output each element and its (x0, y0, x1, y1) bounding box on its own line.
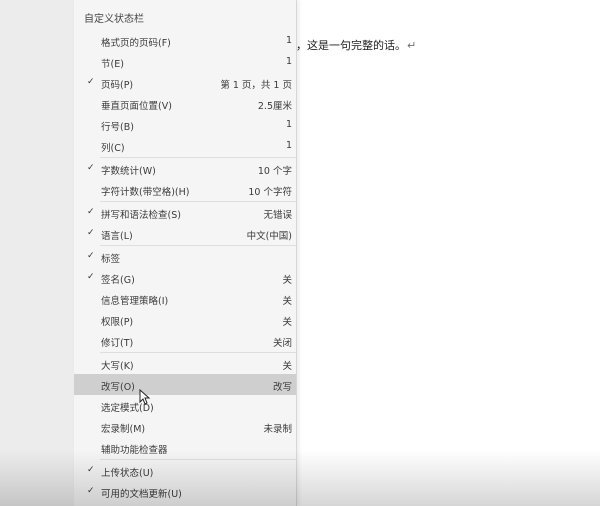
menu-item-label: 上传状态(U) (101, 468, 154, 479)
menu-item-word-count[interactable]: ✓ 字数统计(W) 10 个字 (74, 158, 296, 179)
menu-item-value: 关闭 (272, 338, 292, 349)
menu-item-vertical-page-position[interactable]: 垂直页面位置(V) 2.5厘米 (74, 93, 296, 114)
menu-item-value: 关 (282, 317, 292, 328)
checkmark-icon: ✓ (87, 272, 95, 282)
menu-item-value: 关 (282, 275, 292, 286)
menu-item-overtype[interactable]: 改写(O) 改写 (74, 374, 296, 395)
menu-item-label: 格式页的页码(F) (101, 38, 171, 49)
menu-item-section[interactable]: 节(E) 1 (74, 51, 296, 72)
menu-item-label: 标签 (101, 254, 121, 265)
menu-item-label: 行号(B) (101, 122, 134, 133)
menu-item-label: 改写(O) (101, 382, 135, 393)
menu-item-upload-status[interactable]: ✓ 上传状态(U) (74, 460, 296, 481)
menu-item-label: 字符计数(带空格)(H) (101, 187, 190, 198)
menu-item-label: 垂直页面位置(V) (101, 101, 172, 112)
checkmark-icon: ✓ (87, 465, 95, 475)
menu-item-formatted-page-number[interactable]: 格式页的页码(F) 1 (74, 30, 296, 51)
menu-item-page-number[interactable]: ✓ 页码(P) 第 1 页，共 1 页 (74, 72, 296, 93)
left-margin-area (0, 0, 74, 506)
menu-item-track-changes[interactable]: 修订(T) 关闭 (74, 330, 296, 351)
checkmark-icon: ✓ (87, 77, 95, 87)
menu-item-label: 信息管理策略(I) (101, 296, 169, 307)
menu-item-label: 可用的文档更新(U) (101, 489, 182, 500)
menu-item-information-management-policy[interactable]: 信息管理策略(I) 关 (74, 288, 296, 309)
menu-item-value: 未录制 (263, 424, 292, 435)
document-sentence: ，这是一句完整的话。 (296, 39, 406, 52)
menu-item-value: 1 (285, 140, 292, 151)
menu-item-label: 语言(L) (101, 231, 133, 242)
menu-item-value: 中文(中国) (246, 231, 292, 242)
menu-item-label: 字数统计(W) (101, 166, 156, 177)
menu-item-label: 宏录制(M) (101, 424, 146, 435)
customize-status-bar-menu: 自定义状态栏 格式页的页码(F) 1 节(E) 1 ✓ 页码(P) 第 1 页，… (74, 0, 297, 506)
menu-item-value: 1 (285, 35, 292, 46)
menu-item-label: 权限(P) (101, 317, 134, 328)
menu-item-document-updates-available[interactable]: ✓ 可用的文档更新(U) (74, 481, 296, 502)
menu-item-label: 辅助功能检查器 (101, 445, 168, 456)
checkmark-icon: ✓ (87, 207, 95, 217)
menu-item-label: 大写(K) (101, 361, 134, 372)
menu-item-value: 关 (282, 361, 292, 372)
menu-item-value: 改写 (272, 382, 292, 393)
menu-item-value: 1 (285, 119, 292, 130)
menu-item-label: 页码(P) (101, 80, 134, 91)
menu-item-column[interactable]: 列(C) 1 (74, 135, 296, 156)
menu-item-label: 拼写和语法检查(S) (101, 210, 181, 221)
menu-item-label: 签名(G) (101, 275, 135, 286)
document-text[interactable]: ，这是一句完整的话。↵ (296, 37, 416, 53)
menu-item-value: 关 (282, 296, 292, 307)
paragraph-mark-icon: ↵ (407, 39, 417, 52)
menu-item-signatures[interactable]: ✓ 签名(G) 关 (74, 267, 296, 288)
menu-item-line-number[interactable]: 行号(B) 1 (74, 114, 296, 135)
menu-item-selection-mode[interactable]: 选定模式(D) (74, 395, 296, 416)
menu-item-label: 节(E) (101, 59, 124, 70)
menu-item-language[interactable]: ✓ 语言(L) 中文(中国) (74, 223, 296, 244)
checkmark-icon: ✓ (87, 163, 95, 173)
menu-item-permissions[interactable]: 权限(P) 关 (74, 309, 296, 330)
checkmark-icon: ✓ (87, 251, 95, 261)
menu-item-label: 列(C) (101, 143, 125, 154)
menu-item-caps-lock[interactable]: 大写(K) 关 (74, 353, 296, 374)
menu-item-value: 无错误 (263, 210, 292, 221)
menu-item-macro-recording[interactable]: 宏录制(M) 未录制 (74, 416, 296, 437)
menu-item-value: 10 个字符 (248, 187, 292, 198)
menu-item-label-tag[interactable]: ✓ 标签 (74, 246, 296, 267)
menu-item-accessibility-checker[interactable]: 辅助功能检查器 (74, 437, 296, 458)
mouse-pointer-icon (139, 389, 151, 405)
menu-item-value: 10 个字 (257, 166, 292, 177)
menu-item-value: 第 1 页，共 1 页 (220, 80, 292, 91)
menu-item-character-count[interactable]: 字符计数(带空格)(H) 10 个字符 (74, 179, 296, 200)
menu-item-value: 1 (285, 56, 292, 67)
menu-title: 自定义状态栏 (84, 14, 144, 25)
checkmark-icon: ✓ (87, 486, 95, 496)
menu-item-label: 修订(T) (101, 338, 134, 349)
checkmark-icon: ✓ (87, 228, 95, 238)
menu-item-spelling-grammar-check[interactable]: ✓ 拼写和语法检查(S) 无错误 (74, 202, 296, 223)
menu-item-value: 2.5厘米 (257, 101, 292, 112)
